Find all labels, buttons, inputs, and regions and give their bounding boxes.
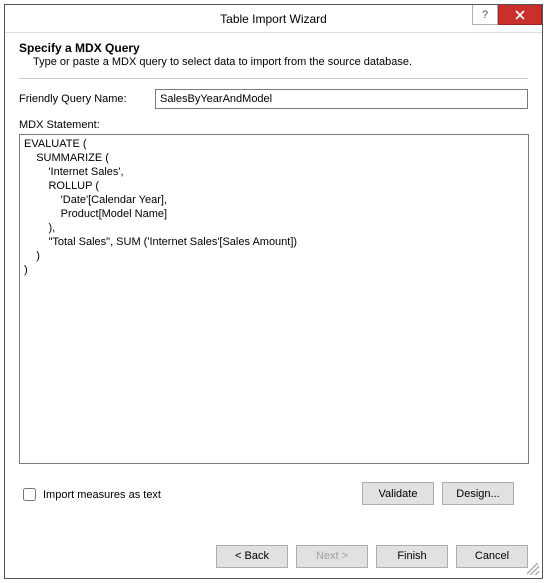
content-area: Friendly Query Name: MDX Statement: Impo… (5, 78, 542, 534)
finish-button[interactable]: Finish (376, 545, 448, 568)
close-icon (515, 10, 525, 20)
next-button[interactable]: Next > (296, 545, 368, 568)
window-title: Table Import Wizard (5, 12, 542, 26)
import-measures-label: Import measures as text (43, 489, 161, 501)
statement-textarea[interactable] (19, 134, 529, 464)
resize-grip[interactable] (527, 563, 539, 575)
page-subtitle: Type or paste a MDX query to select data… (33, 56, 528, 68)
help-button[interactable]: ? (472, 5, 498, 25)
statement-label: MDX Statement: (19, 119, 528, 131)
separator (19, 78, 528, 79)
close-button[interactable] (498, 5, 542, 25)
help-icon: ? (482, 9, 488, 21)
options-row: Import measures as text Validate Design.… (19, 471, 528, 501)
query-name-input[interactable] (155, 89, 528, 109)
title-controls: ? (472, 5, 542, 25)
validate-button[interactable]: Validate (362, 482, 434, 505)
query-name-row: Friendly Query Name: (19, 89, 528, 109)
cancel-button[interactable]: Cancel (456, 545, 528, 568)
titlebar: Table Import Wizard ? (5, 5, 542, 33)
page-title: Specify a MDX Query (19, 41, 528, 55)
inline-buttons: Validate Design... (362, 482, 514, 505)
import-measures-checkbox[interactable] (23, 488, 36, 501)
design-button[interactable]: Design... (442, 482, 514, 505)
footer: < Back Next > Finish Cancel (5, 534, 542, 578)
back-button[interactable]: < Back (216, 545, 288, 568)
wizard-window: Table Import Wizard ? Specify a MDX Quer… (4, 4, 543, 579)
statement-wrap (19, 134, 528, 467)
query-name-label: Friendly Query Name: (19, 93, 149, 105)
header-area: Specify a MDX Query Type or paste a MDX … (5, 33, 542, 78)
